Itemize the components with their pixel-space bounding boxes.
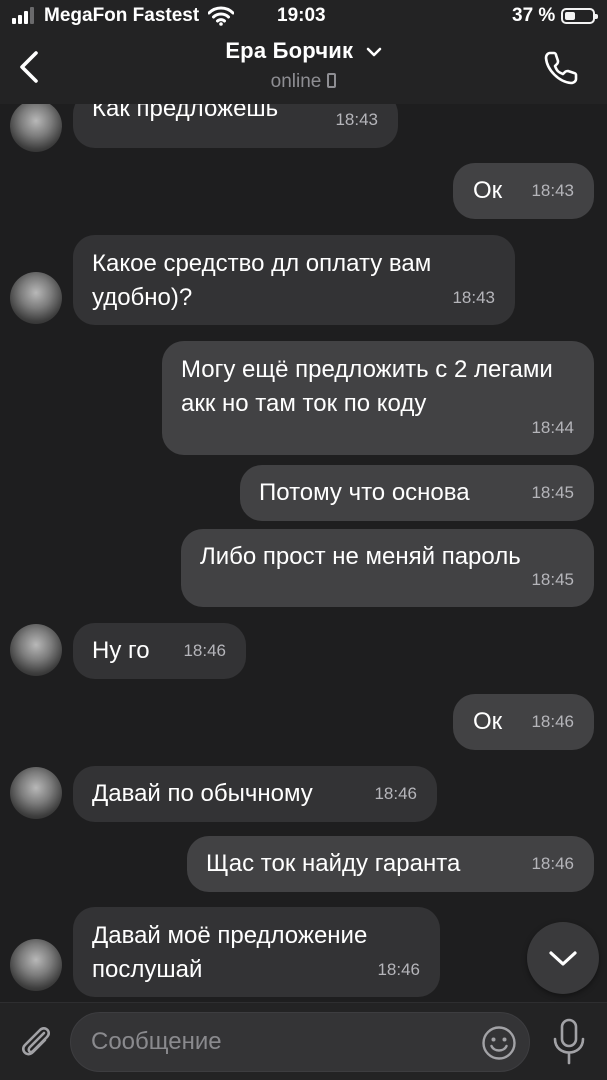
message-bubble[interactable]: Ок 18:43 bbox=[453, 163, 594, 219]
composer-bar bbox=[0, 1002, 607, 1080]
message-text: Как предложешь bbox=[92, 104, 279, 122]
avatar[interactable] bbox=[10, 939, 62, 991]
message-bubble[interactable]: Ок 18:46 bbox=[453, 694, 594, 750]
message-text: Давай по обычному bbox=[92, 780, 313, 807]
scroll-to-bottom-button[interactable] bbox=[527, 922, 599, 994]
chat-header: Ера Борчик online bbox=[0, 32, 607, 104]
microphone-icon bbox=[553, 1018, 585, 1065]
message-text: Ну го bbox=[92, 637, 150, 664]
contact-title[interactable]: Ера Борчик online bbox=[0, 38, 607, 93]
message-time: 18:46 bbox=[374, 784, 417, 803]
contact-name: Ера Борчик bbox=[225, 38, 354, 63]
status-time: 19:03 bbox=[277, 5, 326, 26]
battery-fill bbox=[565, 12, 575, 20]
avatar[interactable] bbox=[10, 624, 62, 676]
message-time: 18:46 bbox=[183, 641, 226, 660]
message-bubble[interactable]: Потому что основа 18:45 bbox=[240, 465, 594, 521]
message-time: 18:44 bbox=[531, 418, 574, 437]
microphone-button[interactable] bbox=[548, 1017, 590, 1067]
message-input[interactable] bbox=[91, 1013, 471, 1071]
emoji-button[interactable] bbox=[481, 1025, 517, 1061]
signal-icon bbox=[12, 7, 38, 24]
message-time: 18:46 bbox=[531, 854, 574, 873]
battery-percent: 37 % bbox=[512, 5, 556, 26]
presence-label: online bbox=[270, 71, 322, 92]
presence-status: online bbox=[0, 71, 607, 93]
message-time: 18:46 bbox=[377, 960, 420, 979]
message-time: 18:45 bbox=[531, 483, 574, 502]
message-field[interactable] bbox=[70, 1012, 530, 1072]
message-bubble[interactable]: Как предложешь 18:43 bbox=[73, 104, 398, 148]
battery-icon bbox=[561, 8, 598, 24]
phone-call-icon bbox=[544, 51, 578, 85]
paperclip-icon bbox=[22, 1027, 50, 1056]
attach-button[interactable] bbox=[14, 1019, 58, 1063]
avatar[interactable] bbox=[10, 104, 62, 152]
wifi-icon bbox=[208, 6, 234, 26]
avatar[interactable] bbox=[10, 767, 62, 819]
message-time: 18:45 bbox=[531, 570, 574, 589]
message-bubble[interactable]: Ну го 18:46 bbox=[73, 623, 246, 679]
message-list[interactable]: Как предложешь 18:43 Ок 18:43 Какое сред… bbox=[0, 104, 607, 1000]
emoji-icon bbox=[482, 1026, 516, 1060]
message-text: Либо прост не меняй пароль bbox=[200, 543, 521, 570]
call-button[interactable] bbox=[541, 48, 581, 88]
avatar[interactable] bbox=[10, 272, 62, 324]
message-bubble[interactable]: Какое средство дл оплату вам удобно)? 18… bbox=[73, 235, 515, 325]
message-text: Могу ещё предложить с 2 легами акк но та… bbox=[181, 356, 553, 417]
phone-device-icon bbox=[327, 73, 337, 88]
status-bar: MegaFon Fastest 19:03 37 % bbox=[0, 0, 607, 32]
message-text: Ок bbox=[473, 708, 503, 735]
carrier-name: MegaFon Fastest bbox=[44, 5, 200, 26]
chat-screen: MegaFon Fastest 19:03 37 % Ера Борчик on… bbox=[0, 0, 607, 1080]
message-time: 18:43 bbox=[335, 110, 378, 129]
chevron-down-icon bbox=[366, 47, 381, 57]
chevron-down-icon bbox=[549, 951, 577, 966]
message-time: 18:43 bbox=[452, 288, 495, 307]
message-time: 18:43 bbox=[531, 181, 574, 200]
message-bubble[interactable]: Давай моё предложение послушай 18:46 bbox=[73, 907, 440, 997]
message-text: Ок bbox=[473, 177, 503, 204]
message-text: Щас ток найду гаранта bbox=[206, 850, 461, 877]
message-bubble[interactable]: Давай по обычному 18:46 bbox=[73, 766, 437, 822]
message-bubble[interactable]: Щас ток найду гаранта 18:46 bbox=[187, 836, 594, 892]
message-bubble[interactable]: Могу ещё предложить с 2 легами акк но та… bbox=[162, 341, 594, 455]
message-text: Потому что основа bbox=[259, 479, 470, 506]
message-bubble[interactable]: Либо прост не меняй пароль 18:45 bbox=[181, 529, 594, 607]
message-time: 18:46 bbox=[531, 712, 574, 731]
message-text: Какое средство дл оплату вам удобно)? bbox=[92, 250, 432, 311]
